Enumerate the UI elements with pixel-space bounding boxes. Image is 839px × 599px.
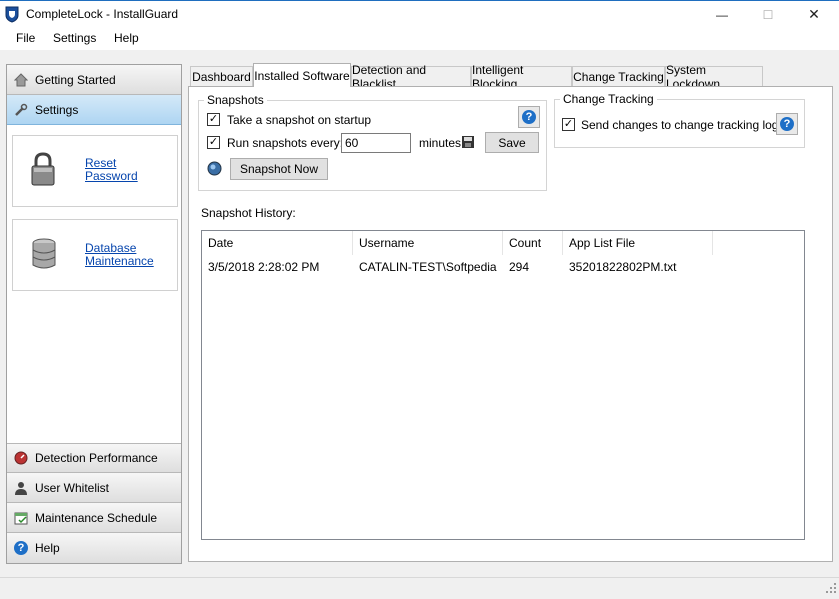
sidebar-item-label: Getting Started xyxy=(35,72,116,87)
reset-password-card[interactable]: Reset Password xyxy=(12,135,178,207)
sidebar-item-getting-started[interactable]: Getting Started xyxy=(7,65,181,95)
tab-detection-and-blacklist[interactable]: Detection and Blacklist xyxy=(351,63,471,91)
sidebar-item-label: User Whitelist xyxy=(35,480,110,495)
tab-installed-software[interactable]: Installed Software xyxy=(253,63,351,87)
column-header-app-list-file[interactable]: App List File xyxy=(563,231,713,255)
sidebar-item-maintenance-schedule[interactable]: Maintenance Schedule xyxy=(7,503,181,533)
reset-password-link[interactable]: Reset Password xyxy=(85,157,138,183)
maximize-button[interactable]: ☐ xyxy=(745,1,791,28)
resize-grip-icon[interactable] xyxy=(826,582,836,596)
run-every-checkbox[interactable]: ✓ xyxy=(207,136,220,149)
tab-change-tracking[interactable]: Change Tracking xyxy=(572,66,665,86)
cell-count: 294 xyxy=(509,260,530,274)
home-icon xyxy=(13,72,29,88)
cell-date: 3/5/2018 2:28:02 PM xyxy=(208,260,320,274)
change-tracking-legend: Change Tracking xyxy=(560,92,657,106)
snapshot-history-label: Snapshot History: xyxy=(201,206,296,220)
sidebar-item-label: Maintenance Schedule xyxy=(35,510,158,525)
table-row[interactable]: 3/5/2018 2:28:02 PM CATALIN-TEST\Softped… xyxy=(202,257,804,277)
help-icon: ? xyxy=(780,117,794,131)
sidebar: Getting Started Settings Reset Password … xyxy=(6,64,182,564)
minutes-label: minutes xyxy=(419,136,462,150)
lock-icon xyxy=(29,152,57,191)
title-bar: CompleteLock - InstallGuard — ☐ ✕ xyxy=(0,0,839,28)
sidebar-item-settings[interactable]: Settings xyxy=(7,95,181,125)
help-icon: ? xyxy=(13,540,29,556)
help-icon: ? xyxy=(522,110,536,124)
minimize-icon: — xyxy=(716,7,728,22)
tab-system-lockdown[interactable]: System Lockdown xyxy=(665,63,763,91)
interval-input[interactable] xyxy=(341,133,411,153)
run-every-label: Run snapshots every: xyxy=(227,136,344,150)
tab-intelligent-blocking[interactable]: Intelligent Blocking xyxy=(471,63,572,91)
sidebar-item-label: Help xyxy=(35,541,60,555)
sidebar-item-label: Settings xyxy=(35,102,79,117)
close-icon: ✕ xyxy=(808,6,820,22)
window-title: CompleteLock - InstallGuard xyxy=(26,7,179,21)
cell-app-list-file: 35201822802PM.txt xyxy=(569,260,677,274)
database-maintenance-card[interactable]: Database Maintenance xyxy=(12,219,178,291)
tab-dashboard[interactable]: Dashboard xyxy=(190,66,253,86)
menu-help[interactable]: Help xyxy=(114,31,139,45)
change-tracking-help-button[interactable]: ? xyxy=(776,113,798,135)
sidebar-item-user-whitelist[interactable]: User Whitelist xyxy=(7,473,181,503)
column-header-username[interactable]: Username xyxy=(353,231,503,255)
maximize-icon: ☐ xyxy=(762,7,774,22)
startup-checkbox[interactable]: ✓ xyxy=(207,113,220,126)
column-header-date[interactable]: Date xyxy=(202,231,353,255)
database-maintenance-link[interactable]: Database Maintenance xyxy=(85,242,154,268)
sidebar-item-label: Detection Performance xyxy=(35,451,158,465)
sidebar-item-help[interactable]: ? Help xyxy=(7,533,181,563)
send-changes-label: Send changes to change tracking log xyxy=(581,118,779,132)
gauge-icon xyxy=(13,450,29,466)
snapshot-history-list[interactable]: Date Username Count App List File 3/5/20… xyxy=(201,230,805,540)
save-button[interactable]: Save xyxy=(485,132,539,153)
status-indicator-icon xyxy=(207,161,222,179)
sidebar-item-detection-performance[interactable]: Detection Performance xyxy=(7,443,181,473)
app-shield-icon xyxy=(5,6,19,23)
user-icon xyxy=(13,480,29,496)
snapshots-help-button[interactable]: ? xyxy=(518,106,540,128)
close-button[interactable]: ✕ xyxy=(791,1,837,28)
minimize-button[interactable]: — xyxy=(699,1,745,28)
startup-label: Take a snapshot on startup xyxy=(227,113,372,127)
snapshots-legend: Snapshots xyxy=(204,93,267,107)
menu-bar: File Settings Help xyxy=(0,28,839,50)
database-icon xyxy=(31,238,57,273)
cell-username: CATALIN-TEST\Softpedia xyxy=(359,260,497,274)
status-bar xyxy=(0,577,839,599)
wrench-icon xyxy=(13,102,29,118)
snapshot-now-button[interactable]: Snapshot Now xyxy=(230,158,328,180)
menu-file[interactable]: File xyxy=(16,31,35,45)
schedule-icon xyxy=(13,510,29,526)
column-header-count[interactable]: Count xyxy=(503,231,563,255)
save-disk-icon xyxy=(461,135,475,152)
menu-settings[interactable]: Settings xyxy=(53,31,96,45)
send-changes-checkbox[interactable]: ✓ xyxy=(562,118,575,131)
